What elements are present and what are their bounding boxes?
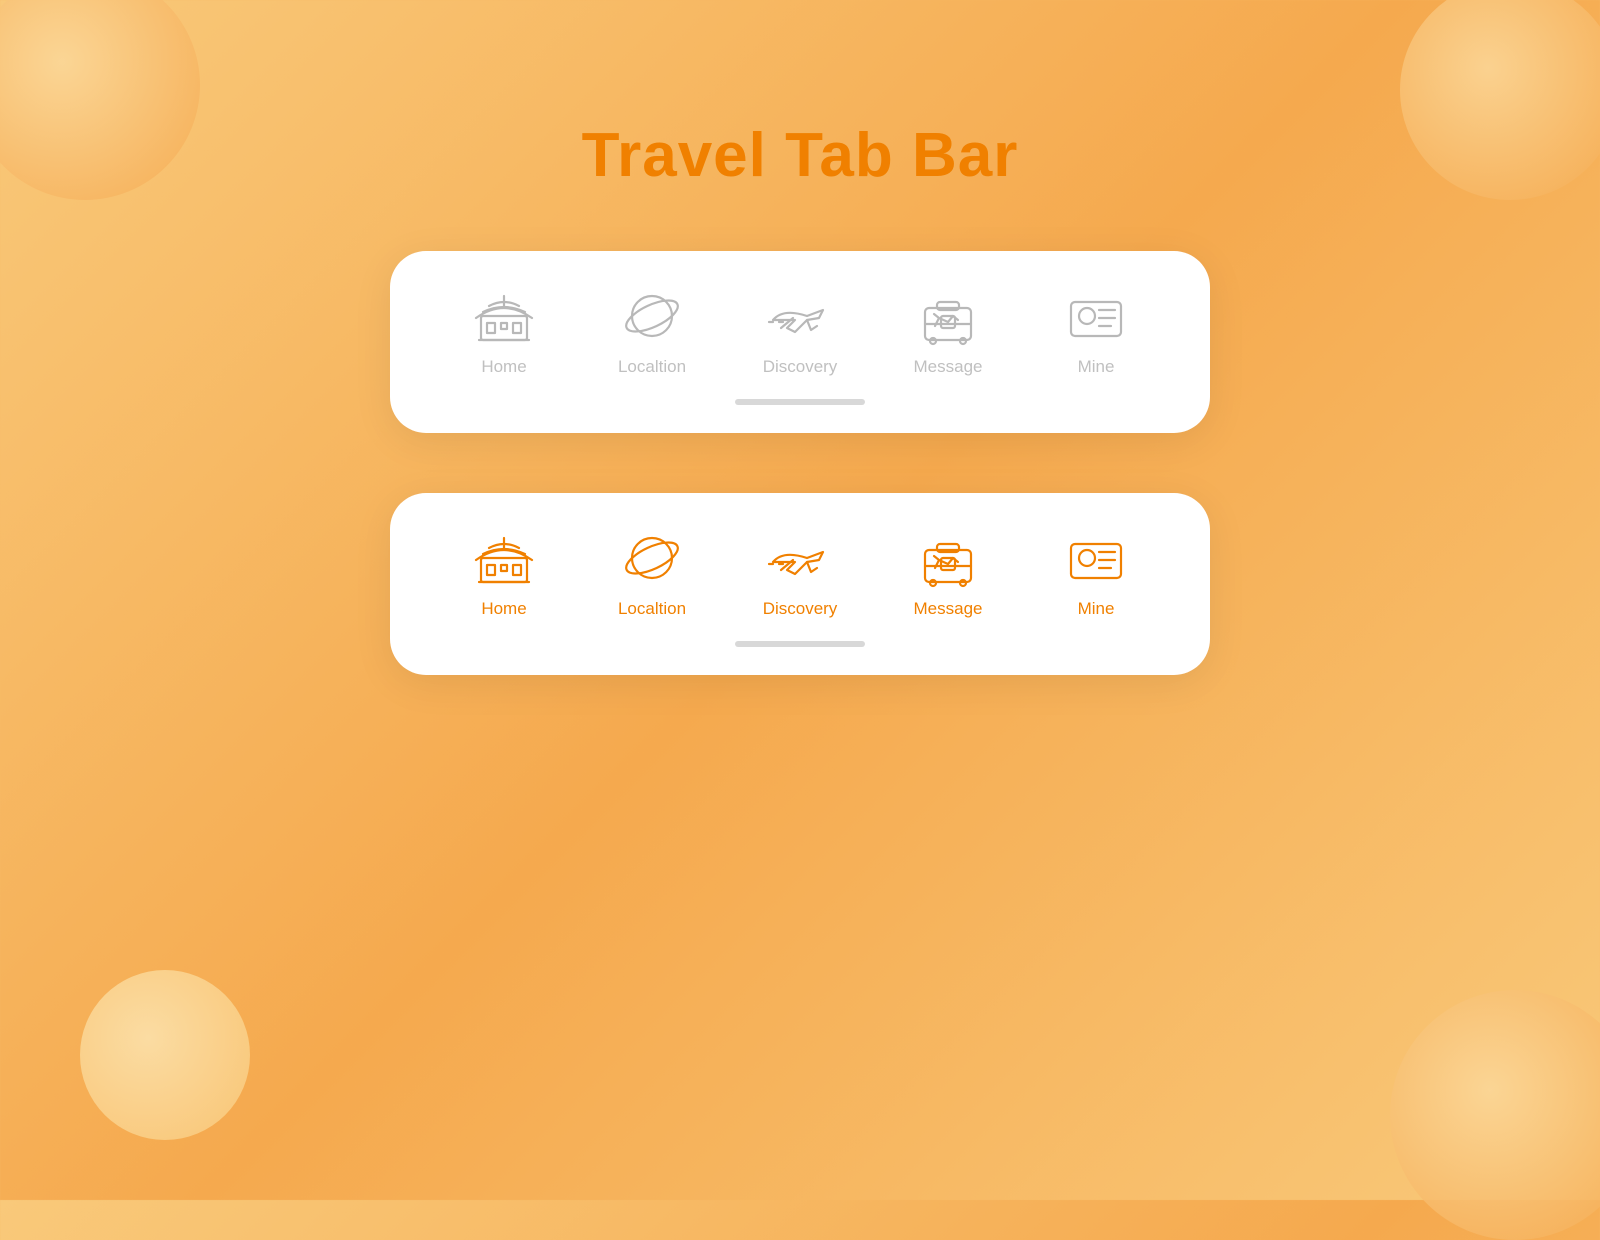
scroll-indicator-2 xyxy=(735,641,865,647)
decorative-circle-bottomright xyxy=(1390,990,1600,1240)
location-icon xyxy=(617,287,687,347)
mine-icon-active xyxy=(1061,529,1131,589)
tab-location-active[interactable]: Localtion xyxy=(578,529,726,619)
tab-location-label-active: Localtion xyxy=(618,599,686,619)
decorative-circle-topleft xyxy=(0,0,200,200)
tab-home-label-inactive: Home xyxy=(481,357,526,377)
home-icon-active xyxy=(469,529,539,589)
tab-location-inactive[interactable]: Localtion xyxy=(578,287,726,377)
discovery-icon-active xyxy=(765,529,835,589)
home-icon xyxy=(469,287,539,347)
mine-icon xyxy=(1061,287,1131,347)
tab-message-label-inactive: Message xyxy=(914,357,983,377)
tab-bar-active: Home Localtion xyxy=(390,493,1210,675)
tab-bar-items-active: Home Localtion xyxy=(430,529,1170,619)
message-icon xyxy=(913,287,983,347)
decorative-circle-bottomleft xyxy=(80,970,250,1140)
discovery-icon xyxy=(765,287,835,347)
tab-bar-items-inactive: Home Localtion xyxy=(430,287,1170,377)
tab-message-label-active: Message xyxy=(914,599,983,619)
tab-bar-inactive: Home Localtion xyxy=(390,251,1210,433)
tab-discovery-label-inactive: Discovery xyxy=(763,357,838,377)
tab-home-inactive[interactable]: Home xyxy=(430,287,578,377)
tab-home-label-active: Home xyxy=(481,599,526,619)
tab-discovery-inactive[interactable]: Discovery xyxy=(726,287,874,377)
tab-discovery-active[interactable]: Discovery xyxy=(726,529,874,619)
location-icon-active xyxy=(617,529,687,589)
tab-mine-active[interactable]: Mine xyxy=(1022,529,1170,619)
message-icon-active xyxy=(913,529,983,589)
tab-home-active[interactable]: Home xyxy=(430,529,578,619)
tab-mine-label-inactive: Mine xyxy=(1078,357,1115,377)
scroll-indicator-1 xyxy=(735,399,865,405)
tab-mine-inactive[interactable]: Mine xyxy=(1022,287,1170,377)
tab-discovery-label-active: Discovery xyxy=(763,599,838,619)
tab-mine-label-active: Mine xyxy=(1078,599,1115,619)
tab-message-inactive[interactable]: Message xyxy=(874,287,1022,377)
tab-location-label-inactive: Localtion xyxy=(618,357,686,377)
decorative-circle-topright xyxy=(1400,0,1600,200)
page-title: Travel Tab Bar xyxy=(582,120,1019,191)
tab-message-active[interactable]: Message xyxy=(874,529,1022,619)
